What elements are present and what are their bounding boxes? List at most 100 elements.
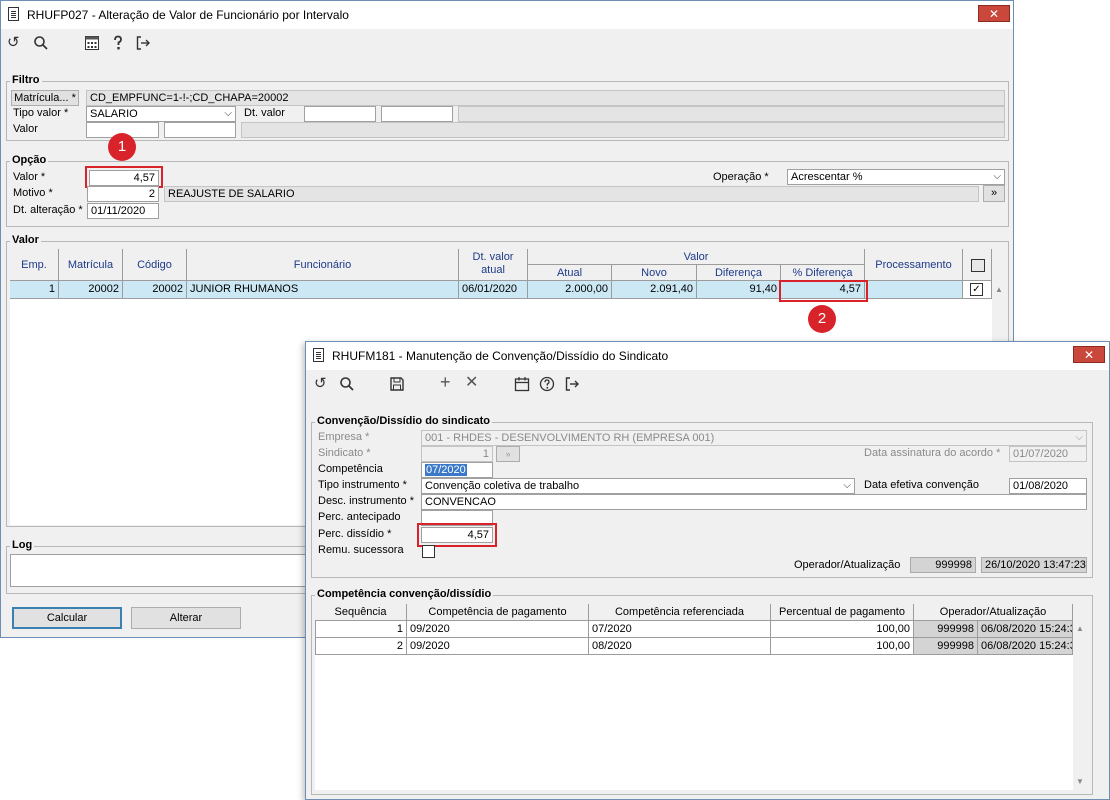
row-checkbox[interactable]: ✓ <box>970 283 983 296</box>
cell-checkbox: ✓ <box>963 281 992 299</box>
competencia-value: 07/2020 <box>425 464 467 476</box>
col-diferenca[interactable]: Diferença <box>697 265 781 281</box>
callout-1: 1 <box>108 133 136 161</box>
operacao-select[interactable]: Acrescentar % ⌵ <box>787 169 1005 185</box>
more-button[interactable]: » <box>983 185 1005 202</box>
col-dt-valor[interactable]: Dt. valor atual <box>459 249 528 281</box>
competencia-grid-title: Competência convenção/dissídio <box>315 588 494 600</box>
delete-icon[interactable]: ✕ <box>465 375 478 391</box>
scroll-up-icon[interactable]: ▲ <box>1076 624 1084 633</box>
dt-valor-extra-field <box>458 106 1005 122</box>
select-all-checkbox[interactable] <box>971 259 985 272</box>
search-icon[interactable] <box>33 35 49 55</box>
tipo-instrumento-select[interactable]: Convenção coletiva de trabalho ⌵ <box>421 478 855 494</box>
toolbar: ↺ <box>1 31 1013 61</box>
motivo-label: Motivo * <box>13 187 53 199</box>
perc-dissidio-highlight <box>417 523 497 547</box>
help-key-icon[interactable] <box>111 35 125 55</box>
dt-alteracao-label: Dt. alteração * <box>13 204 83 216</box>
cell-sequencia: 1 <box>315 621 407 638</box>
undo-icon[interactable]: ↺ <box>314 376 327 392</box>
cell-dt-valor: 06/01/2020 <box>459 281 528 299</box>
perc-dissidio-label: Perc. dissídio * <box>318 528 392 540</box>
motivo-code-field[interactable]: 2 <box>87 186 159 202</box>
operacao-value: Acrescentar % <box>791 171 863 183</box>
exit-icon[interactable] <box>564 376 580 396</box>
title-bar: RHUFM181 - Manutenção de Convenção/Dissí… <box>306 342 1109 370</box>
data-efetiva-label: Data efetiva convenção <box>864 479 979 491</box>
col-valor-group: Valor <box>528 249 865 265</box>
remu-sucessora-checkbox[interactable] <box>422 545 435 558</box>
calculator-icon[interactable] <box>84 35 100 55</box>
desc-instrumento-field[interactable]: CONVENCAO <box>421 494 1087 510</box>
cell-emp: 1 <box>10 281 59 299</box>
tipo-instrumento-label: Tipo instrumento * <box>318 479 407 491</box>
col-funcionario[interactable]: Funcionário <box>187 249 459 281</box>
save-icon[interactable] <box>389 376 405 396</box>
col-operador[interactable]: Operador/Atualização <box>914 604 1073 621</box>
competencia-label: Competência <box>318 463 383 475</box>
cell-novo: 2.091,40 <box>612 281 697 299</box>
tipo-valor-select[interactable]: SALARIO ⌵ <box>86 106 236 122</box>
empresa-select: 001 - RHDES - DESENVOLVIMENTO RH (EMPRES… <box>421 430 1087 446</box>
tipo-valor-value: SALARIO <box>90 108 138 120</box>
cell-comp-referenciada: 08/2020 <box>589 638 771 655</box>
cell-comp-referenciada: 07/2020 <box>589 621 771 638</box>
col-comp-pagamento[interactable]: Competência de pagamento <box>407 604 589 621</box>
add-icon[interactable]: + <box>440 373 451 391</box>
table-row[interactable]: 2 09/2020 08/2020 100,00 999998 06/08/20… <box>315 638 1073 655</box>
col-processamento[interactable]: Processamento <box>865 249 963 281</box>
scroll-down-icon[interactable]: ▼ <box>1076 777 1084 786</box>
operador-label: Operador/Atualização <box>794 559 901 571</box>
col-codigo[interactable]: Código <box>123 249 187 281</box>
empresa-label: Empresa * <box>318 431 370 443</box>
alterar-button[interactable]: Alterar <box>131 607 241 629</box>
col-sequencia[interactable]: Sequência <box>315 604 407 621</box>
table-row[interactable]: 1 09/2020 07/2020 100,00 999998 06/08/20… <box>315 621 1073 638</box>
col-atual[interactable]: Atual <box>528 265 612 281</box>
col-percentual[interactable]: Percentual de pagamento <box>771 604 914 621</box>
matricula-lookup-button[interactable]: Matrícula... * <box>11 90 79 106</box>
col-pct-diferenca[interactable]: % Diferença <box>781 265 865 281</box>
chevron-down-icon: ⌵ <box>1075 432 1083 443</box>
cell-comp-pagamento: 09/2020 <box>407 638 589 655</box>
scroll-up-icon[interactable]: ▲ <box>995 285 1003 294</box>
competencia-field[interactable]: 07/2020 <box>421 462 493 478</box>
undo-icon[interactable]: ↺ <box>7 35 20 51</box>
dt-valor-start-field[interactable] <box>304 106 376 122</box>
cell-percentual: 100,00 <box>771 638 914 655</box>
search-icon[interactable] <box>339 376 355 396</box>
exit-icon[interactable] <box>135 35 151 55</box>
document-icon <box>313 348 324 362</box>
empresa-value: 001 - RHDES - DESENVOLVIMENTO RH (EMPRES… <box>425 432 715 444</box>
close-button[interactable]: ✕ <box>978 5 1010 22</box>
sindicato-lookup-button[interactable]: » <box>496 446 520 462</box>
help-icon[interactable] <box>539 376 555 396</box>
col-select-all[interactable] <box>963 249 992 281</box>
calendar-icon[interactable] <box>514 376 530 396</box>
col-comp-referenciada[interactable]: Competência referenciada <box>589 604 771 621</box>
col-emp[interactable]: Emp. <box>10 249 59 281</box>
data-efetiva-field[interactable]: 01/08/2020 <box>1009 478 1087 494</box>
col-matricula[interactable]: Matrícula <box>59 249 123 281</box>
pct-diferenca-highlight <box>779 280 868 302</box>
tipo-valor-label: Tipo valor * <box>13 107 69 119</box>
cell-percentual: 100,00 <box>771 621 914 638</box>
chevron-down-icon: ⌵ <box>224 108 232 119</box>
operador-field: 999998 <box>910 557 976 573</box>
cell-atualizacao: 06/08/2020 15:24:33 <box>978 621 1073 638</box>
col-novo[interactable]: Novo <box>612 265 697 281</box>
matricula-filter-field[interactable]: CD_EMPFUNC=1-!-;CD_CHAPA=20002 <box>86 90 1005 106</box>
close-button[interactable]: ✕ <box>1073 346 1105 363</box>
competencia-grid-scrollbar[interactable]: ▲ ▼ <box>1073 621 1089 789</box>
dt-valor-label: Dt. valor <box>244 107 285 119</box>
valor-max-field[interactable] <box>164 122 236 138</box>
cell-diferenca: 91,40 <box>697 281 781 299</box>
sindicato-field: 1 <box>421 446 493 462</box>
cell-processamento <box>865 281 963 299</box>
dt-valor-end-field[interactable] <box>381 106 453 122</box>
data-assinatura-field: 01/07/2020 <box>1009 446 1087 462</box>
dt-alteracao-field[interactable]: 01/11/2020 <box>87 203 159 219</box>
competencia-grid: Sequência Competência de pagamento Compe… <box>315 604 1073 790</box>
calcular-button[interactable]: Calcular <box>12 607 122 629</box>
